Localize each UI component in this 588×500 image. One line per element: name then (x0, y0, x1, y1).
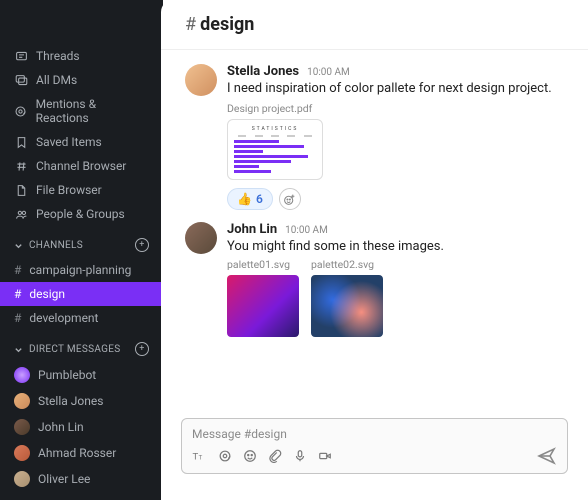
image-filename[interactable]: palette02.svg (311, 258, 383, 271)
formatting-button[interactable]: TT (192, 449, 207, 463)
nav-channel-browser[interactable]: Channel Browser (0, 154, 163, 178)
nav-label: File Browser (36, 183, 102, 197)
people-icon (14, 208, 28, 221)
svg-text:T: T (199, 455, 203, 462)
nav-label: People & Groups (36, 207, 125, 221)
dm-name: Ahmad Rosser (38, 446, 116, 460)
avatar (14, 471, 30, 487)
reaction-emoji: 👍 (237, 192, 252, 206)
nav-label: Channel Browser (36, 159, 126, 173)
audio-button[interactable] (293, 449, 307, 463)
hash-icon: # (14, 263, 21, 277)
channel-item-development[interactable]: # development (0, 306, 163, 330)
avatar (14, 445, 30, 461)
message: Stella Jones 10:00 AM I need inspiration… (161, 58, 588, 216)
message: John Lin 10:00 AM You might find some in… (161, 216, 588, 343)
emoji-button[interactable] (243, 449, 257, 463)
message-time: 10:00 AM (307, 67, 350, 78)
nav-people[interactable]: People & Groups (0, 202, 163, 226)
channel-item-campaign-planning[interactable]: # campaign-planning (0, 258, 163, 282)
message-time: 10:00 AM (285, 225, 328, 236)
channel-title: design (200, 14, 254, 35)
channels-header-label: CHANNELS (29, 240, 83, 251)
avatar (14, 393, 30, 409)
threads-icon (14, 50, 28, 63)
nav-all-dms[interactable]: All DMs (0, 68, 163, 92)
hash-icon: # (14, 311, 21, 325)
attachment-preview[interactable]: STATISTICS (227, 119, 323, 180)
chevron-down-icon (14, 241, 23, 250)
add-reaction-button[interactable] (279, 188, 301, 210)
channel-item-design[interactable]: # design (0, 282, 163, 306)
dm-item-pumblebot[interactable]: Pumblebot (0, 362, 163, 388)
hash-icon: # (14, 287, 21, 301)
channel-header: # design (161, 0, 588, 50)
svg-text:T: T (193, 452, 199, 463)
dms-icon (14, 74, 28, 87)
chevron-down-icon (14, 345, 23, 354)
message-text: I need inspiration of color pallete for … (227, 81, 564, 96)
main-panel: # design Stella Jones 10:00 AM I need in… (161, 0, 588, 500)
add-dm-button[interactable]: + (135, 342, 149, 356)
sidebar: Threads All DMs Mentions & Reactions Sav… (0, 0, 163, 500)
mention-button[interactable] (218, 449, 232, 463)
nav-label: Mentions & Reactions (36, 97, 149, 125)
nav-label: Saved Items (36, 135, 102, 149)
mentions-icon (14, 105, 28, 118)
reaction-thumbs-up[interactable]: 👍 6 (227, 188, 273, 210)
nav-saved[interactable]: Saved Items (0, 130, 163, 154)
avatar[interactable] (185, 64, 217, 96)
dm-name: Oliver Lee (38, 472, 90, 486)
dms-header[interactable]: DIRECT MESSAGES + (0, 336, 163, 362)
preview-title: STATISTICS (234, 126, 316, 132)
dm-name: John Lin (38, 420, 84, 434)
message-author[interactable]: John Lin (227, 222, 277, 237)
image-thumbnail[interactable] (227, 275, 299, 337)
dm-name: Pumblebot (38, 368, 96, 382)
avatar[interactable] (185, 222, 217, 254)
message-input[interactable] (192, 427, 557, 441)
nav-threads[interactable]: Threads (0, 44, 163, 68)
hash-icon: # (185, 14, 196, 35)
nav-label: All DMs (36, 73, 77, 87)
reactions: 👍 6 (227, 188, 564, 210)
image-thumbnail[interactable] (311, 275, 383, 337)
attachment-filename[interactable]: Design project.pdf (227, 102, 564, 115)
dm-item-john-lin[interactable]: John Lin (0, 414, 163, 440)
dm-item-stella-jones[interactable]: Stella Jones (0, 388, 163, 414)
dm-item-ahmad-rosser[interactable]: Ahmad Rosser (0, 440, 163, 466)
avatar (14, 367, 30, 383)
video-button[interactable] (318, 449, 332, 463)
dm-name: Stella Jones (38, 394, 103, 408)
nav-label: Threads (36, 49, 80, 63)
channel-name: design (29, 287, 65, 301)
dm-item-oliver-lee[interactable]: Oliver Lee (0, 466, 163, 492)
reaction-count: 6 (256, 192, 263, 206)
channel-name: development (29, 311, 98, 325)
image-filename[interactable]: palette01.svg (227, 258, 299, 271)
add-channel-button[interactable]: + (135, 238, 149, 252)
channel-browser-icon (14, 160, 28, 173)
dms-header-label: DIRECT MESSAGES (29, 344, 120, 355)
attach-button[interactable] (268, 449, 282, 463)
channel-name: campaign-planning (29, 263, 131, 277)
preview-chart (234, 140, 316, 173)
nav-mentions[interactable]: Mentions & Reactions (0, 92, 163, 130)
bookmark-icon (14, 136, 28, 149)
nav-file-browser[interactable]: File Browser (0, 178, 163, 202)
send-button[interactable] (537, 447, 557, 465)
message-composer: TT (181, 418, 568, 474)
message-text: You might find some in these images. (227, 239, 564, 254)
file-icon (14, 184, 28, 197)
channels-header[interactable]: CHANNELS + (0, 232, 163, 258)
message-author[interactable]: Stella Jones (227, 64, 299, 79)
message-list: Stella Jones 10:00 AM I need inspiration… (161, 50, 588, 408)
avatar (14, 419, 30, 435)
